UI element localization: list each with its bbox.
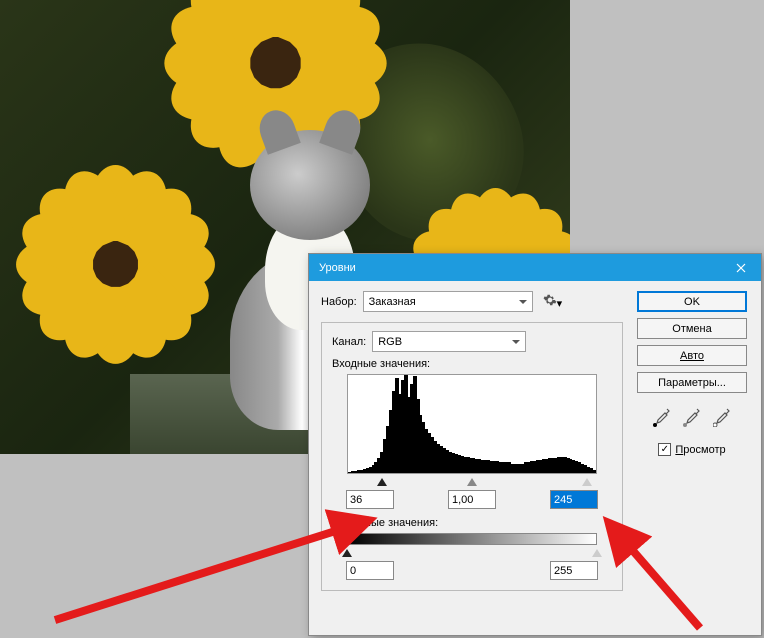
black-eyedropper-icon[interactable]	[653, 407, 671, 427]
output-black-slider[interactable]	[342, 544, 352, 557]
input-white-field[interactable]: 245	[550, 490, 598, 509]
gear-icon[interactable]	[543, 293, 557, 310]
input-gamma-field[interactable]: 1,00	[448, 490, 496, 509]
options-button[interactable]: Параметры...	[637, 372, 747, 393]
preset-label: Набор:	[321, 296, 357, 308]
ok-button[interactable]: OK	[637, 291, 747, 312]
output-black-field[interactable]: 0	[346, 561, 394, 580]
auto-button[interactable]: Авто	[637, 345, 747, 366]
output-slider-track[interactable]	[347, 545, 597, 555]
output-levels-label: Выходные значения:	[332, 517, 612, 529]
preset-select[interactable]: Заказная	[363, 291, 533, 312]
channel-label: Канал:	[332, 336, 366, 348]
eyedropper-group	[653, 407, 731, 427]
titlebar[interactable]: Уровни	[309, 254, 761, 281]
output-gradient	[347, 533, 597, 545]
histogram	[347, 374, 597, 474]
preset-value: Заказная	[369, 296, 416, 308]
dropdown-arrow-icon: ▾	[557, 297, 563, 310]
output-white-slider[interactable]	[592, 544, 602, 557]
close-button[interactable]	[721, 254, 761, 281]
black-point-slider[interactable]	[377, 473, 387, 486]
cancel-button[interactable]: Отмена	[637, 318, 747, 339]
channel-select[interactable]: RGB	[372, 331, 526, 352]
input-slider-track[interactable]	[347, 474, 597, 484]
input-levels-label: Входные значения:	[332, 358, 612, 370]
white-point-slider[interactable]	[582, 473, 592, 486]
input-black-field[interactable]: 36	[346, 490, 394, 509]
preview-label: Просмотр	[675, 444, 725, 456]
levels-dialog: Уровни Набор: Заказная ▾ Канал: RGB	[308, 253, 762, 636]
gray-eyedropper-icon[interactable]	[683, 407, 701, 427]
preview-checkbox[interactable]: ✓	[658, 443, 671, 456]
dialog-title: Уровни	[319, 262, 721, 274]
midtone-slider[interactable]	[467, 473, 477, 486]
sunflower	[30, 190, 200, 360]
white-eyedropper-icon[interactable]	[713, 407, 731, 427]
channel-value: RGB	[378, 336, 402, 348]
preview-checkbox-row[interactable]: ✓ Просмотр	[658, 443, 725, 456]
output-white-field[interactable]: 255	[550, 561, 598, 580]
